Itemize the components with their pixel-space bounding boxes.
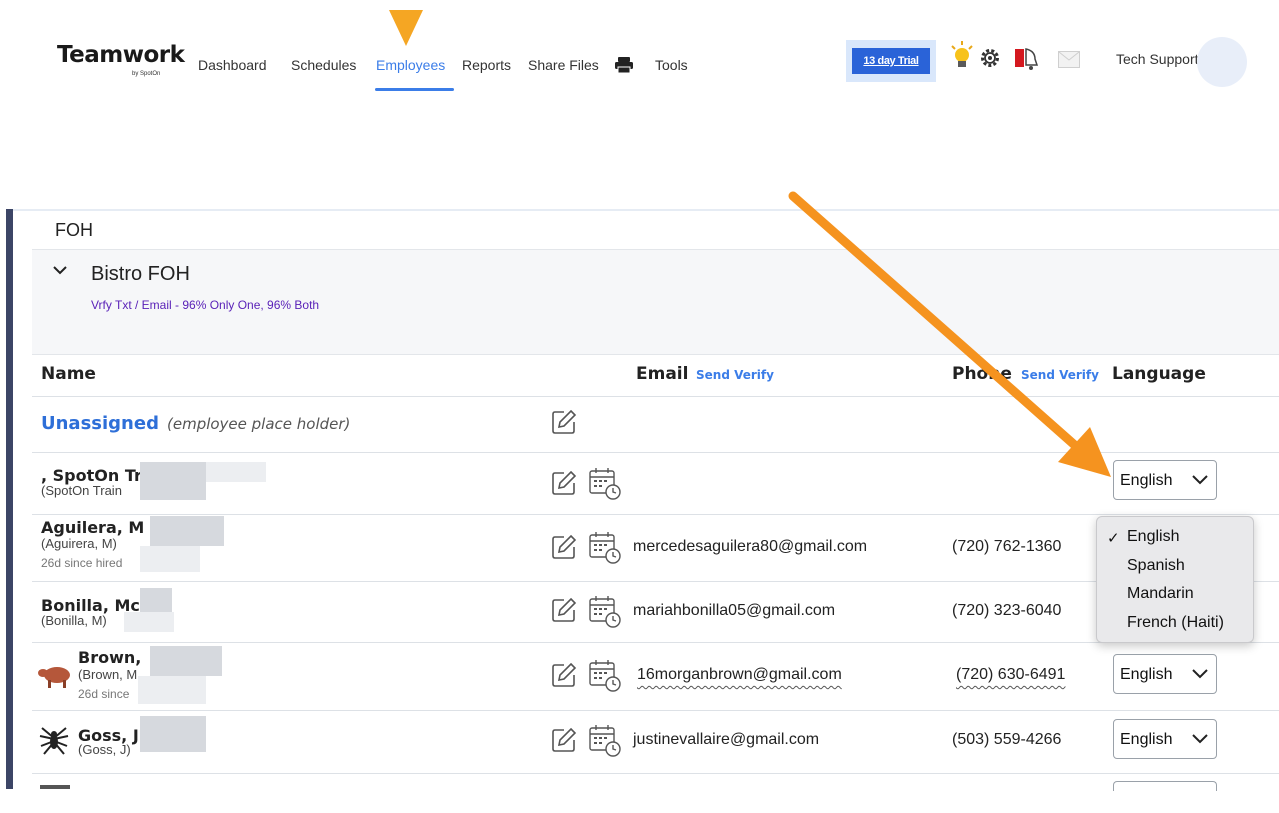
language-select-partial[interactable]: [1113, 781, 1217, 791]
employee-hired-days: 26d since hired: [41, 556, 123, 570]
language-dropdown-menu[interactable]: ✓ English Spanish Mandarin French (Haiti…: [1096, 516, 1254, 643]
nav-share-files[interactable]: Share Files: [528, 57, 599, 73]
language-select[interactable]: English: [1113, 460, 1217, 500]
employee-phone[interactable]: (720) 323-6040: [952, 602, 1061, 620]
teamwork-logo[interactable]: Teamwork by SpotOn: [57, 42, 185, 77]
employee-alias: (Goss, J): [78, 742, 131, 757]
chevron-down-icon: [1192, 475, 1208, 485]
col-header-language[interactable]: Language: [1112, 364, 1206, 384]
row-divider: [32, 773, 1279, 774]
language-select[interactable]: English: [1113, 719, 1217, 759]
lightbulb-icon[interactable]: [950, 40, 974, 72]
employee-email[interactable]: mariahbonilla05@gmail.com: [633, 602, 835, 620]
employee-alias: (SpotOn Train: [41, 483, 122, 498]
printer-icon[interactable]: [615, 57, 633, 73]
language-option-spanish[interactable]: Spanish: [1127, 557, 1185, 575]
nav-dashboard[interactable]: Dashboard: [198, 57, 267, 73]
edit-icon[interactable]: [551, 534, 577, 560]
col-header-phone[interactable]: Phone: [952, 364, 1012, 384]
gear-icon[interactable]: [980, 48, 1000, 68]
logo-byline: by SpotOn: [132, 71, 161, 77]
row-divider: [32, 452, 1279, 453]
spider-icon: [39, 727, 69, 755]
section-title: FOH: [55, 220, 93, 240]
language-option-mandarin[interactable]: Mandarin: [1127, 585, 1194, 603]
logo-wordmark: Teamwork: [57, 42, 185, 68]
language-select-value: English: [1120, 666, 1173, 683]
row-divider: [32, 710, 1279, 711]
row-divider: [32, 581, 1279, 582]
partial-row-icon: [40, 785, 70, 789]
redaction-block: [150, 646, 222, 676]
row-divider: [32, 396, 1279, 397]
calendar-clock-icon[interactable]: [588, 659, 624, 693]
edit-icon[interactable]: [551, 597, 577, 623]
language-option-english[interactable]: English: [1127, 528, 1179, 546]
tech-support-link[interactable]: Tech Support: [1116, 51, 1199, 67]
language-select-value: English: [1120, 472, 1173, 489]
redaction-block: [140, 716, 206, 752]
employee-alias: (Brown, M: [78, 667, 138, 682]
employee-email[interactable]: mercedesaguilera80@gmail.com: [633, 538, 867, 556]
nav-schedules[interactable]: Schedules: [291, 57, 356, 73]
edit-icon[interactable]: [551, 662, 577, 688]
annotation-caret: [389, 10, 423, 46]
employee-email[interactable]: 16morganbrown@gmail.com: [637, 666, 842, 684]
chevron-down-icon: [1192, 669, 1208, 679]
trial-badge[interactable]: 13 day Trial: [846, 40, 936, 82]
language-select[interactable]: English: [1113, 654, 1217, 694]
employee-phone[interactable]: (720) 762-1360: [952, 538, 1061, 556]
trial-label: 13 day Trial: [852, 48, 930, 74]
calendar-clock-icon[interactable]: [588, 531, 624, 565]
email-send-verify-link[interactable]: Send Verify: [696, 368, 774, 382]
bell-icon[interactable]: [1013, 45, 1043, 71]
row-divider: [32, 642, 1279, 643]
redaction-block: [140, 588, 172, 612]
checkmark-icon: ✓: [1107, 530, 1120, 547]
top-nav: Teamwork by SpotOn Dashboard Schedules E…: [0, 0, 1279, 120]
edit-icon[interactable]: [551, 470, 577, 496]
chevron-down-icon: [1192, 734, 1208, 744]
edit-icon[interactable]: [551, 409, 577, 435]
unassigned-link[interactable]: Unassigned: [41, 413, 159, 434]
left-accent-bar: [6, 209, 13, 789]
calendar-clock-icon[interactable]: [588, 595, 624, 629]
section-divider: [13, 209, 1279, 211]
language-option-french-haiti[interactable]: French (Haiti): [1127, 614, 1224, 632]
phone-send-verify-link[interactable]: Send Verify: [1021, 368, 1099, 382]
mail-icon[interactable]: [1058, 51, 1080, 68]
chevron-down-icon[interactable]: [53, 265, 67, 275]
nav-tools[interactable]: Tools: [655, 57, 688, 73]
employee-hired-days: 26d since: [78, 687, 130, 701]
unassigned-note: (employee place holder): [167, 415, 351, 433]
verify-summary: Vrfy Txt / Email - 96% Only One, 96% Bot…: [91, 298, 320, 312]
calendar-clock-icon[interactable]: [588, 724, 624, 758]
nav-reports[interactable]: Reports: [462, 57, 511, 73]
col-header-email[interactable]: Email: [636, 364, 688, 384]
group-name[interactable]: Bistro FOH: [91, 263, 190, 286]
employee-name[interactable]: Aguilera, M: [41, 518, 144, 537]
col-header-name[interactable]: Name: [41, 364, 96, 384]
row-divider: [32, 514, 1279, 515]
active-tab-underline: [375, 88, 454, 91]
redaction-block: [140, 462, 206, 500]
nav-employees[interactable]: Employees: [376, 57, 445, 73]
redaction-block: [206, 462, 266, 482]
redaction-block: [124, 612, 174, 632]
employee-alias: (Aguirera, M): [41, 536, 117, 551]
redaction-block: [150, 516, 224, 546]
cow-icon: [38, 667, 70, 688]
edit-icon[interactable]: [551, 727, 577, 753]
employee-email[interactable]: justinevallaire@gmail.com: [633, 731, 819, 749]
calendar-clock-icon[interactable]: [588, 467, 624, 501]
employee-phone[interactable]: (720) 630-6491: [956, 666, 1065, 684]
redaction-block: [138, 676, 206, 704]
employee-alias: (Bonilla, M): [41, 613, 107, 628]
language-select-value: English: [1120, 731, 1173, 748]
employee-phone[interactable]: (503) 559-4266: [952, 731, 1061, 749]
redaction-block: [140, 546, 200, 572]
avatar[interactable]: [1197, 37, 1247, 87]
employee-name[interactable]: Brown,: [78, 648, 141, 667]
